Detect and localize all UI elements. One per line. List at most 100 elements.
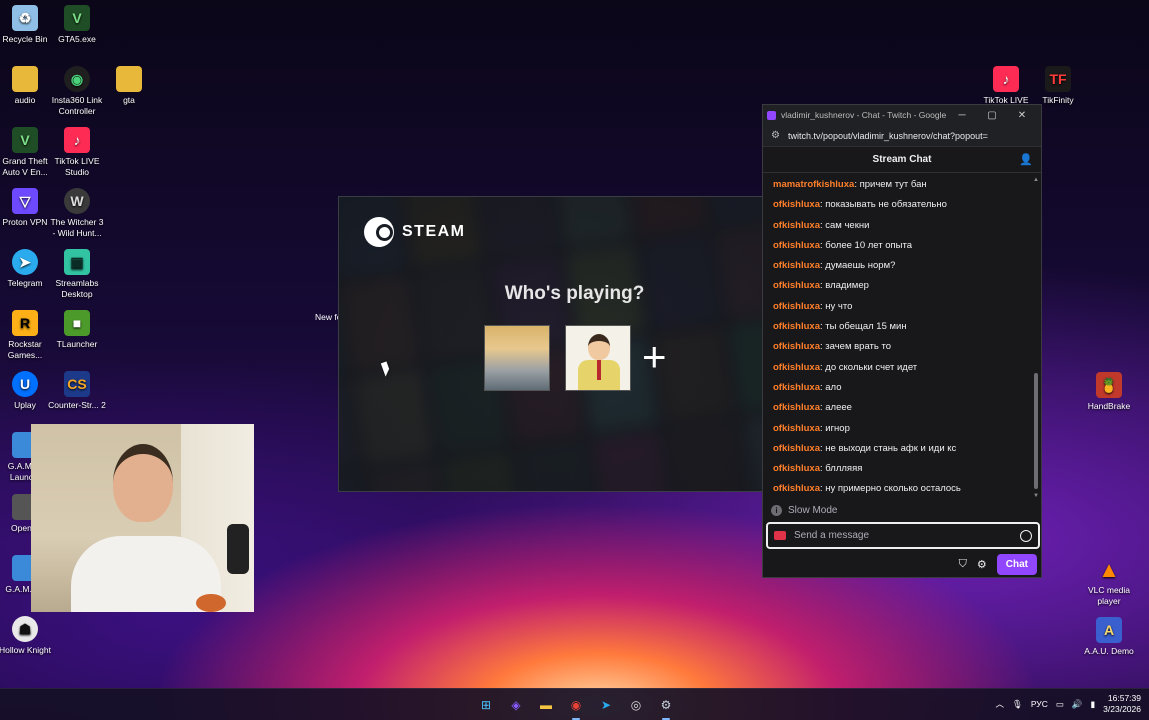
chat-message-text: : думаешь норм? <box>820 260 896 272</box>
account-avatar-2[interactable] <box>565 325 631 391</box>
chat-username[interactable]: ofkishluxa <box>773 362 820 373</box>
chat-message: ofkishluxa: ало <box>773 378 1035 398</box>
chat-username[interactable]: ofkishluxa <box>773 443 820 454</box>
chat-username[interactable]: ofkishluxa <box>773 382 820 393</box>
clock[interactable]: 16:57:39 3/23/2026 <box>1103 693 1141 715</box>
shield-icon[interactable]: ⛉ <box>959 558 967 571</box>
desktop-icon-vlc[interactable]: ▲ VLC media player <box>1080 556 1138 607</box>
tiktok-icon: ♪ <box>993 66 1019 92</box>
desktop-icon-aau-demo[interactable]: A A.A.U. Demo <box>1080 617 1138 657</box>
desktop-icon-gta5[interactable]: V GTA5.exe <box>48 5 106 45</box>
folder-icon <box>12 66 38 92</box>
minimize-icon[interactable]: ─ <box>947 110 977 121</box>
chat-username[interactable]: mamatrofkishluxa <box>773 179 854 190</box>
chat-message-text: : ало <box>820 381 842 393</box>
desktop-icon-proton-vpn[interactable]: ▽ Proton VPN <box>0 188 54 228</box>
volume-icon[interactable]: 🔊 <box>1072 699 1083 710</box>
witcher-icon: W <box>64 188 90 214</box>
chat-message-text: : зачем врать то <box>820 341 891 353</box>
desktop-icon-audio[interactable]: audio <box>0 66 54 106</box>
chat-message: ofkishluxa: показывать не обязательно <box>773 195 1035 215</box>
chevron-up-icon[interactable]: ︿ <box>996 698 1005 710</box>
desktop-icon-hollow-knight[interactable]: ☗ Hollow Knight <box>0 616 54 656</box>
chat-username[interactable]: ofkishluxa <box>773 321 820 332</box>
chat-username[interactable]: ofkishluxa <box>773 301 820 312</box>
desktop-icon-recycle-bin[interactable]: ♻ Recycle Bin <box>0 5 54 45</box>
desktop-icon-streamlabs[interactable]: ▣ Streamlabs Desktop <box>48 249 106 300</box>
desktop-icon-handbrake[interactable]: 🍍 HandBrake <box>1080 372 1138 412</box>
insta360-icon: ◉ <box>64 66 90 92</box>
streamlabs-icon: ▣ <box>64 249 90 275</box>
desktop-icon-witcher3[interactable]: W The Witcher 3 - Wild Hunt... <box>48 188 106 239</box>
info-icon: i <box>771 505 782 516</box>
microphone-tray-icon[interactable]: 🎙 <box>1012 699 1023 710</box>
chat-message: ofkishluxa: владимер <box>773 276 1035 296</box>
avatar-figure-head <box>588 334 610 360</box>
desktop-icon-label: Insta360 Link Controller <box>51 95 103 116</box>
obs-icon[interactable]: ◎ <box>625 694 647 716</box>
chat-username[interactable]: ofkishluxa <box>773 341 820 352</box>
hollow-knight-icon: ☗ <box>12 616 38 642</box>
emoji-icon[interactable] <box>1020 529 1032 542</box>
maximize-icon[interactable]: ▢ <box>977 110 1007 121</box>
steam-icon[interactable]: ⚙ <box>655 694 677 720</box>
desktop-icon-telegram[interactable]: ➤ Telegram <box>0 249 54 289</box>
chat-message: ofkishluxa: до скольки счет идет <box>773 358 1035 378</box>
chat-username[interactable]: ofkishluxa <box>773 280 820 291</box>
desktop-icon-cs2[interactable]: CS Counter-Str... 2 <box>48 371 106 411</box>
community-icon[interactable]: 👤 <box>1019 153 1033 166</box>
desktop-icon-label: TikTok LIVE Studio <box>54 156 100 177</box>
chat-username[interactable]: ofkishluxa <box>773 483 820 494</box>
gear-icon[interactable]: ⚙ <box>977 558 987 571</box>
chat-username[interactable]: ofkishluxa <box>773 199 820 210</box>
telegram-icon[interactable]: ➤ <box>595 694 617 716</box>
chat-scrollbar[interactable]: ▲ ▼ <box>1033 177 1039 499</box>
chat-username[interactable]: ofkishluxa <box>773 402 820 413</box>
desktop-icon-gta-folder[interactable]: gta <box>100 66 158 106</box>
scroll-down-icon[interactable]: ▼ <box>1033 493 1039 499</box>
chat-username[interactable]: ofkishluxa <box>773 260 820 271</box>
uplay-icon: U <box>12 371 38 397</box>
camera-icon <box>774 531 786 540</box>
chat-message-text: : алеее <box>820 402 852 414</box>
desktop-icon-tikfinity[interactable]: TF TikFinity <box>1029 66 1087 106</box>
desktop-icon-uplay[interactable]: U Uplay <box>0 371 54 411</box>
twitch-icon <box>767 110 776 120</box>
desktop-icon-insta360[interactable]: ◉ Insta360 Link Controller <box>48 66 106 117</box>
language-indicator[interactable]: РУС <box>1031 699 1048 709</box>
battery-icon[interactable]: ▮ <box>1090 699 1095 710</box>
scrollbar-thumb[interactable] <box>1034 373 1038 489</box>
chat-username[interactable]: ofkishluxa <box>773 423 820 434</box>
chat-username[interactable]: ofkishluxa <box>773 463 820 474</box>
desktop-icon-tiktok-live-studio[interactable]: ♪ TikTok LIVE Studio <box>48 127 106 178</box>
chat-messages: mamatrofkishluxa: причем тут бан ofkishlu… <box>763 175 1035 499</box>
gta-v-icon: V <box>64 5 90 31</box>
windows-start-icon[interactable]: ⊞ <box>475 694 497 716</box>
copilot-icon[interactable]: ◈ <box>505 694 527 716</box>
chrome-icon[interactable]: ◉ <box>565 694 587 720</box>
chat-username[interactable]: ofkishluxa <box>773 240 820 251</box>
display-icon[interactable]: ▭ <box>1056 699 1064 710</box>
chat-header: Stream Chat 👤 <box>763 147 1041 173</box>
file-explorer-icon[interactable]: ▬ <box>535 694 557 716</box>
chat-username[interactable]: ofkishluxa <box>773 220 820 231</box>
url-text: twitch.tv/popout/vladimir_kushnerov/chat… <box>787 130 988 141</box>
chat-message-text: : бллляяя <box>820 463 863 475</box>
desktop-icon-gtav-enhanced[interactable]: V Grand Theft Auto V En... <box>0 127 54 178</box>
chat-send-button[interactable]: Chat <box>996 553 1037 575</box>
scroll-up-icon[interactable]: ▲ <box>1033 177 1039 183</box>
chat-input[interactable]: Send a message <box>766 522 1040 549</box>
desktop-icon-tlauncher[interactable]: ■ TLauncher <box>48 310 106 350</box>
chat-message: ofkishluxa: игнор <box>773 419 1035 439</box>
shirt-logo <box>196 594 226 612</box>
chat-message: ofkishluxa: зачем врать то <box>773 337 1035 357</box>
account-avatar-1[interactable] <box>484 325 550 391</box>
desktop-icon-label: Telegram <box>7 278 43 288</box>
add-account-button[interactable]: + <box>642 336 667 378</box>
proton-vpn-icon: ▽ <box>12 188 38 214</box>
site-settings-icon[interactable]: ⚙ <box>771 130 780 141</box>
desktop-icon-tiktok-live[interactable]: ♪ TikTok LIVE <box>977 66 1035 106</box>
address-bar[interactable]: ⚙ twitch.tv/popout/vladimir_kushnerov/ch… <box>763 125 1041 147</box>
close-icon[interactable]: ✕ <box>1007 110 1037 121</box>
desktop-icon-rockstar[interactable]: R Rockstar Games... <box>0 310 54 361</box>
